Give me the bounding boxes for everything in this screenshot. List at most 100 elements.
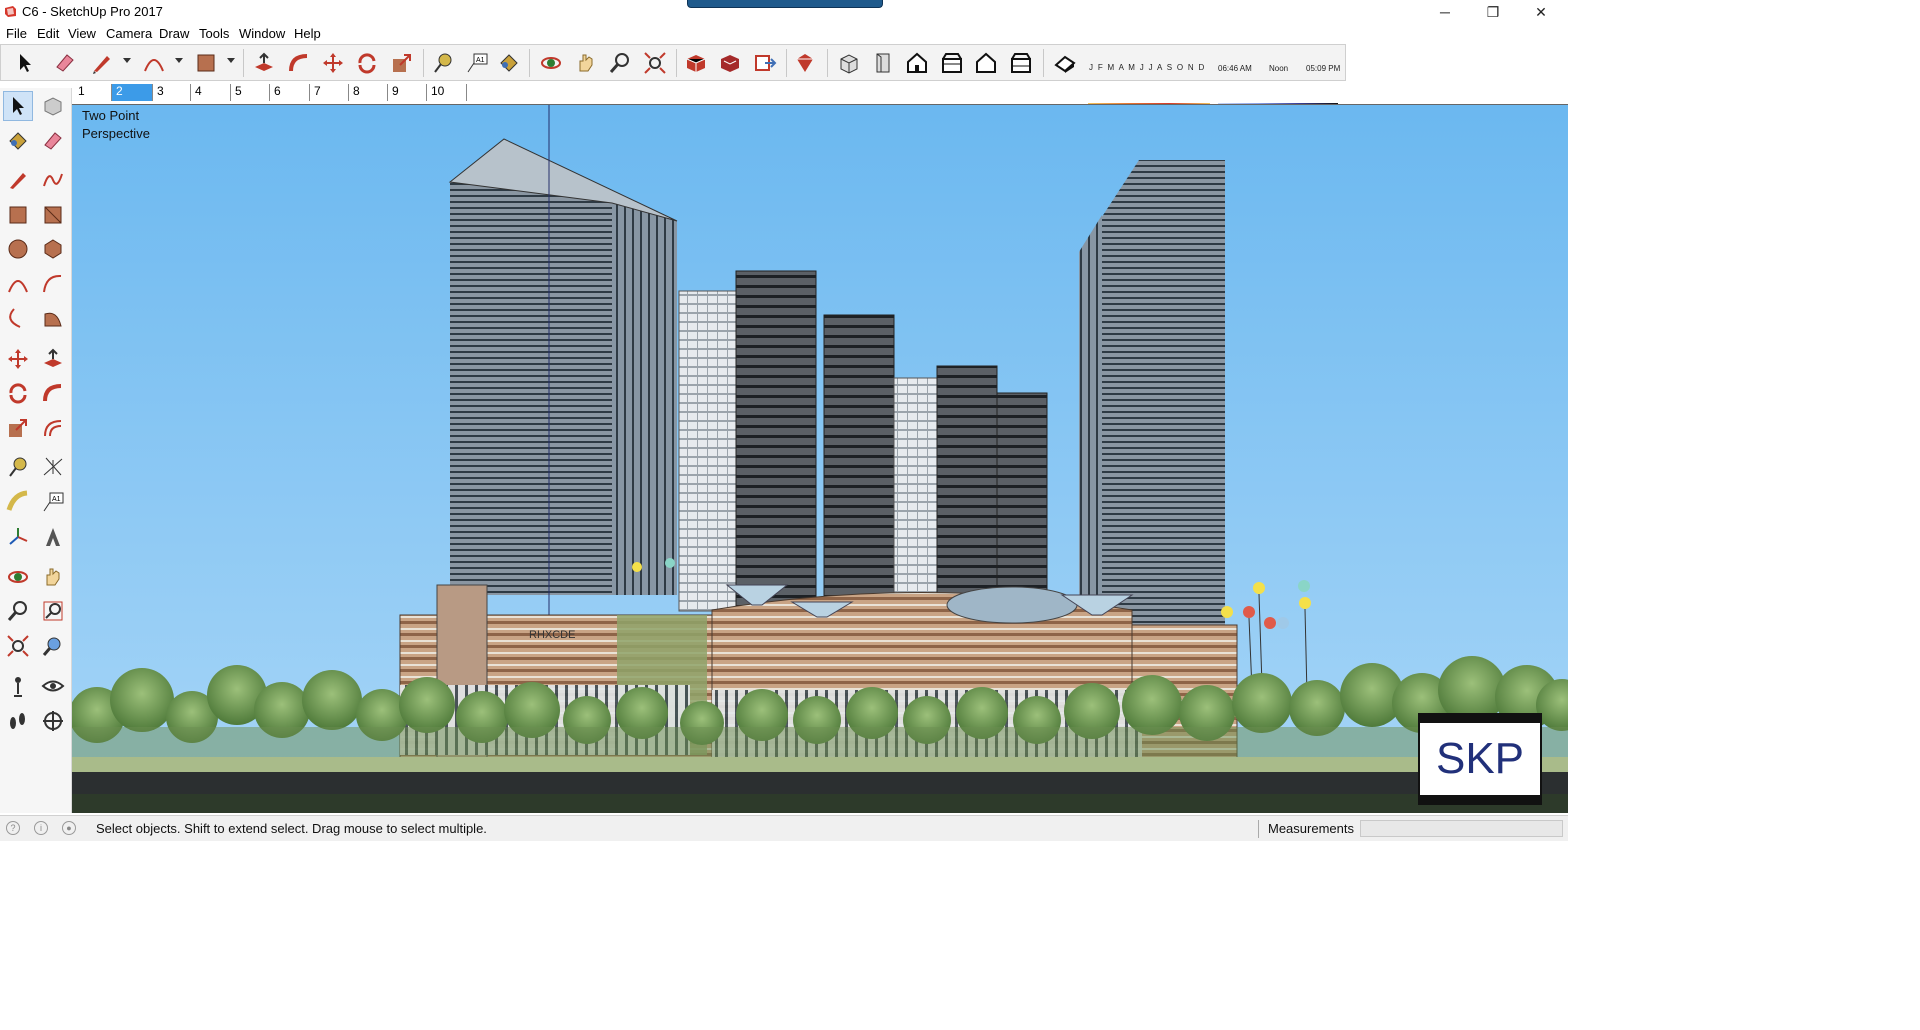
svg-text:A1: A1	[52, 496, 61, 503]
axes-icon[interactable]	[3, 522, 33, 552]
maximize-button[interactable]: ❐	[1470, 0, 1516, 24]
credits-icon[interactable]: i	[34, 821, 48, 835]
zoom-extents-icon[interactable]	[641, 49, 669, 77]
pencil-line-icon[interactable]	[88, 49, 116, 77]
look-around-icon[interactable]	[38, 671, 68, 701]
menu-view[interactable]: View	[68, 26, 96, 41]
user-account-icon[interactable]: ●	[62, 821, 76, 835]
measurements-input[interactable]	[1360, 820, 1563, 837]
3d-warehouse-icon[interactable]	[682, 49, 710, 77]
geo-location-icon[interactable]: ?	[6, 821, 20, 835]
layout-send-icon[interactable]	[751, 49, 779, 77]
menu-window[interactable]: Window	[239, 26, 285, 41]
rotated-rectangle-icon[interactable]	[38, 200, 68, 230]
text-icon[interactable]: A1	[463, 49, 491, 77]
extension-manager-icon[interactable]	[791, 49, 819, 77]
left-toolbar: A1	[0, 88, 72, 813]
zoom-window-icon[interactable]	[38, 596, 68, 626]
tape-measure-icon[interactable]	[3, 452, 33, 482]
pie-icon[interactable]	[38, 303, 68, 333]
scene-tab-5[interactable]: 5	[231, 84, 270, 101]
offset-icon[interactable]	[38, 413, 68, 443]
push-pull-icon[interactable]	[38, 344, 68, 374]
shadow-time-end: 05:09 PM	[1306, 64, 1341, 73]
shadows-toggle-icon[interactable]	[1051, 49, 1079, 77]
rectangle-icon[interactable]	[192, 49, 220, 77]
left-view-icon[interactable]	[1007, 49, 1035, 77]
arc-dropdown-icon[interactable]	[175, 58, 183, 63]
front-view-icon[interactable]	[903, 49, 931, 77]
menu-draw[interactable]: Draw	[159, 26, 189, 41]
scene-tab-10[interactable]: 10	[427, 84, 467, 101]
model-viewport[interactable]: RHXCDE Two Point Perspective SKP	[72, 104, 1568, 813]
circle-icon[interactable]	[3, 234, 33, 264]
scene-tab-6[interactable]: 6	[270, 84, 310, 101]
arc-icon[interactable]	[140, 49, 168, 77]
follow-me-icon[interactable]	[38, 378, 68, 408]
tape-measure-icon[interactable]	[429, 49, 457, 77]
camera-label-line2: Perspective	[82, 126, 150, 141]
scale-icon[interactable]	[388, 49, 416, 77]
paint-bucket-icon[interactable]	[495, 49, 523, 77]
scene-tab-2[interactable]: 2	[112, 84, 153, 101]
rectangle-dropdown-icon[interactable]	[227, 58, 235, 63]
orbit-icon[interactable]	[537, 49, 565, 77]
zoom-icon[interactable]	[606, 49, 634, 77]
close-button[interactable]: ✕	[1518, 0, 1564, 24]
select-icon[interactable]	[11, 49, 39, 77]
scale-icon[interactable]	[3, 413, 33, 443]
paint-bucket-icon[interactable]	[3, 126, 33, 156]
polygon-icon[interactable]	[38, 234, 68, 264]
push-pull-icon[interactable]	[250, 49, 278, 77]
move-icon[interactable]	[319, 49, 347, 77]
pan-icon[interactable]	[572, 49, 600, 77]
3d-text-icon[interactable]	[38, 522, 68, 552]
walk-icon[interactable]	[3, 706, 33, 736]
select-icon[interactable]	[3, 91, 33, 121]
back-view-icon[interactable]	[972, 49, 1000, 77]
scene-tab-8[interactable]: 8	[349, 84, 388, 101]
line-dropdown-icon[interactable]	[123, 58, 131, 63]
previous-view-icon[interactable]	[38, 631, 68, 661]
line-icon[interactable]	[3, 165, 33, 195]
dimension-icon[interactable]	[38, 452, 68, 482]
eraser-icon[interactable]	[38, 126, 68, 156]
menu-camera[interactable]: Camera	[106, 26, 152, 41]
rotate-icon[interactable]	[3, 378, 33, 408]
section-plane-icon[interactable]	[38, 706, 68, 736]
minimize-button[interactable]: ─	[1422, 0, 1468, 24]
move-icon[interactable]	[3, 344, 33, 374]
pan-icon[interactable]	[38, 562, 68, 592]
menu-file[interactable]: File	[6, 26, 27, 41]
freehand-icon[interactable]	[38, 165, 68, 195]
two-point-arc-icon[interactable]	[38, 269, 68, 299]
rectangle-icon[interactable]	[3, 200, 33, 230]
scene-tab-3[interactable]: 3	[153, 84, 191, 101]
top-view-icon[interactable]	[869, 49, 897, 77]
menu-tools[interactable]: Tools	[199, 26, 229, 41]
shadow-months-label: J F M A M J J A S O N D	[1089, 63, 1206, 72]
orbit-icon[interactable]	[3, 562, 33, 592]
menu-edit[interactable]: Edit	[37, 26, 59, 41]
rotate-icon[interactable]	[353, 49, 381, 77]
right-view-icon[interactable]	[938, 49, 966, 77]
protractor-icon[interactable]	[3, 487, 33, 517]
follow-me-icon[interactable]	[285, 49, 313, 77]
scene-tab-4[interactable]: 4	[191, 84, 231, 101]
status-separator	[1258, 820, 1259, 838]
eraser-icon[interactable]	[51, 49, 79, 77]
scene-tab-9[interactable]: 9	[388, 84, 427, 101]
text-icon[interactable]: A1	[38, 487, 68, 517]
make-component-icon[interactable]	[38, 91, 68, 121]
scene-tab-1[interactable]: 1	[74, 84, 112, 101]
arc-icon[interactable]	[3, 269, 33, 299]
scene-tab-7[interactable]: 7	[310, 84, 349, 101]
mall-sign-text: RHXCDE	[529, 629, 575, 641]
position-camera-icon[interactable]	[3, 671, 33, 701]
menu-help[interactable]: Help	[294, 26, 321, 41]
zoom-extents-icon[interactable]	[3, 631, 33, 661]
iso-view-icon[interactable]	[835, 49, 863, 77]
extension-warehouse-icon[interactable]	[716, 49, 744, 77]
zoom-icon[interactable]	[3, 596, 33, 626]
three-point-arc-icon[interactable]	[3, 303, 33, 333]
